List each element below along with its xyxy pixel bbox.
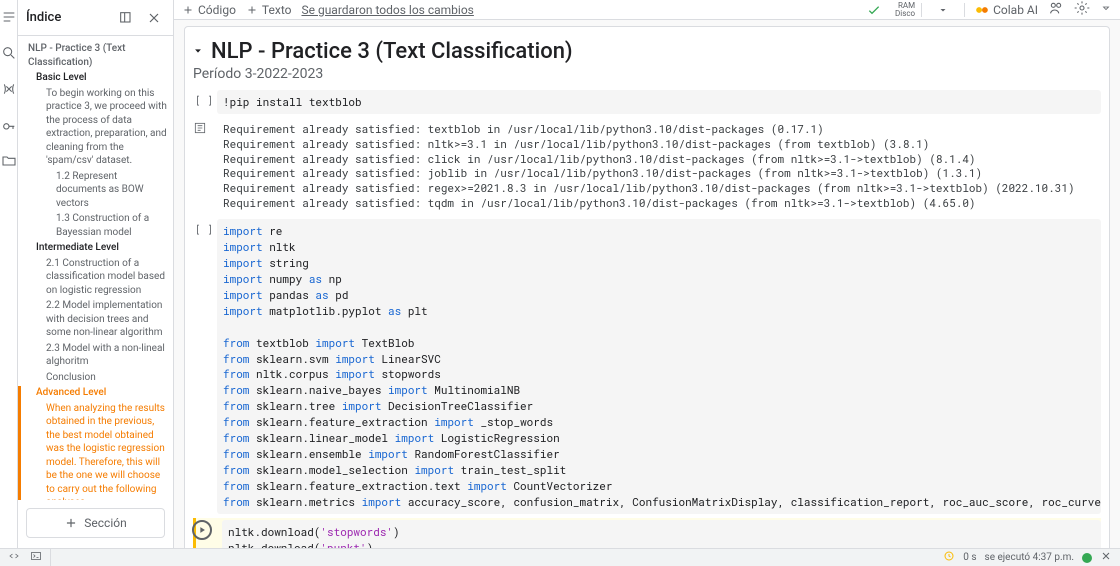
- code-content[interactable]: !pip install textblob: [217, 90, 1101, 114]
- pop-out-icon[interactable]: [115, 7, 137, 29]
- toc-intermediate[interactable]: Intermediate Level: [22, 241, 169, 255]
- code-cell[interactable]: [ ] import re import nltk import string …: [193, 219, 1101, 514]
- code-cell-focused[interactable]: nltk.download('stopwords') nltk.download…: [193, 518, 1101, 548]
- toc-1-2[interactable]: 1.2 Represent documents as BOW vectors: [22, 170, 169, 211]
- run-button[interactable]: [192, 520, 212, 540]
- activity-rail: [0, 0, 18, 566]
- disc-label: Disco: [895, 10, 915, 18]
- code-content[interactable]: import re import nltk import string impo…: [217, 219, 1101, 514]
- gear-icon[interactable]: [1074, 0, 1090, 19]
- colab-ai-button[interactable]: Colab AI: [975, 3, 1038, 17]
- toc-2-2[interactable]: 2.2 Model implementation with decision t…: [22, 299, 169, 340]
- share-icon[interactable]: [1048, 0, 1064, 19]
- check-icon: [863, 0, 885, 21]
- toc-pane: Índice NLP - Practice 3 (Text Classifica…: [18, 0, 174, 548]
- toc-1-3[interactable]: 1.3 Construction of a Bayessian model: [22, 212, 169, 239]
- separator: [921, 3, 922, 17]
- exec-time: 0 s: [963, 552, 976, 563]
- status-close-icon[interactable]: [1100, 550, 1112, 565]
- toc-advanced[interactable]: Advanced Level: [22, 386, 169, 400]
- notebook[interactable]: NLP - Practice 3 (Text Classification) P…: [174, 20, 1120, 548]
- terminal-icon[interactable]: [30, 550, 42, 565]
- exec-time-icon: [943, 550, 955, 565]
- runtime-menu-button[interactable]: [932, 0, 954, 21]
- toc-basic[interactable]: Basic Level: [22, 71, 169, 85]
- status-bar: 0 s se ejecutó 4:37 p.m.: [0, 548, 1120, 566]
- toc-root[interactable]: NLP - Practice 3 (Text Classification): [22, 42, 169, 69]
- files-icon[interactable]: [0, 150, 20, 172]
- overflow-menu-button[interactable]: [1100, 2, 1112, 17]
- resource-indicator[interactable]: RAM Disco: [895, 2, 915, 18]
- close-icon[interactable]: [143, 7, 165, 29]
- add-section-button[interactable]: Sección: [26, 508, 165, 538]
- cell-output: Requirement already satisfied: textblob …: [193, 118, 1101, 215]
- output-toggle-icon[interactable]: [193, 120, 207, 139]
- secrets-icon[interactable]: [0, 114, 20, 136]
- status-ok-icon: [1082, 553, 1092, 563]
- page-subtitle: Período 3-2022-2023: [193, 66, 1101, 82]
- add-code-button[interactable]: Código: [182, 3, 236, 17]
- separator: [964, 3, 965, 17]
- add-text-label: Texto: [262, 3, 292, 17]
- code-cell[interactable]: [ ] !pip install textblob: [193, 90, 1101, 114]
- toc-conclusion[interactable]: Conclusion: [22, 371, 169, 385]
- toc-adv-desc[interactable]: When analyzing the results obtained in t…: [22, 402, 169, 501]
- save-status[interactable]: Se guardaron todos los cambios: [301, 3, 473, 17]
- code-content[interactable]: nltk.download('stopwords') nltk.download…: [222, 520, 1101, 548]
- cell-prompt: [ ]: [195, 223, 213, 236]
- add-section-label: Sección: [84, 516, 126, 530]
- toc-tree[interactable]: NLP - Practice 3 (Text Classification) B…: [18, 36, 173, 500]
- toc-icon[interactable]: [0, 6, 20, 28]
- add-code-label: Código: [198, 3, 236, 17]
- page-title: NLP - Practice 3 (Text Classification): [211, 39, 573, 64]
- toc-2-1[interactable]: 2.1 Construction of a classification mod…: [22, 257, 169, 298]
- add-text-button[interactable]: Texto: [246, 3, 292, 17]
- colab-ai-label: Colab AI: [993, 3, 1038, 17]
- toc-basic-desc[interactable]: To begin working on this practice 3, we …: [22, 87, 169, 168]
- search-icon[interactable]: [0, 42, 20, 64]
- output-text: Requirement already satisfied: textblob …: [217, 118, 1101, 215]
- variables-icon[interactable]: [0, 78, 20, 100]
- code-toggle-icon[interactable]: [8, 550, 20, 565]
- toolbar: Código Texto Se guardaron todos los camb…: [174, 0, 1120, 20]
- toc-2-3[interactable]: 2.3 Model with a non-lineal alghoritm: [22, 342, 169, 369]
- cell-prompt: [ ]: [195, 94, 213, 107]
- collapse-icon[interactable]: [193, 41, 205, 60]
- toc-title: Índice: [26, 10, 109, 25]
- exec-when: se ejecutó 4:37 p.m.: [985, 552, 1074, 563]
